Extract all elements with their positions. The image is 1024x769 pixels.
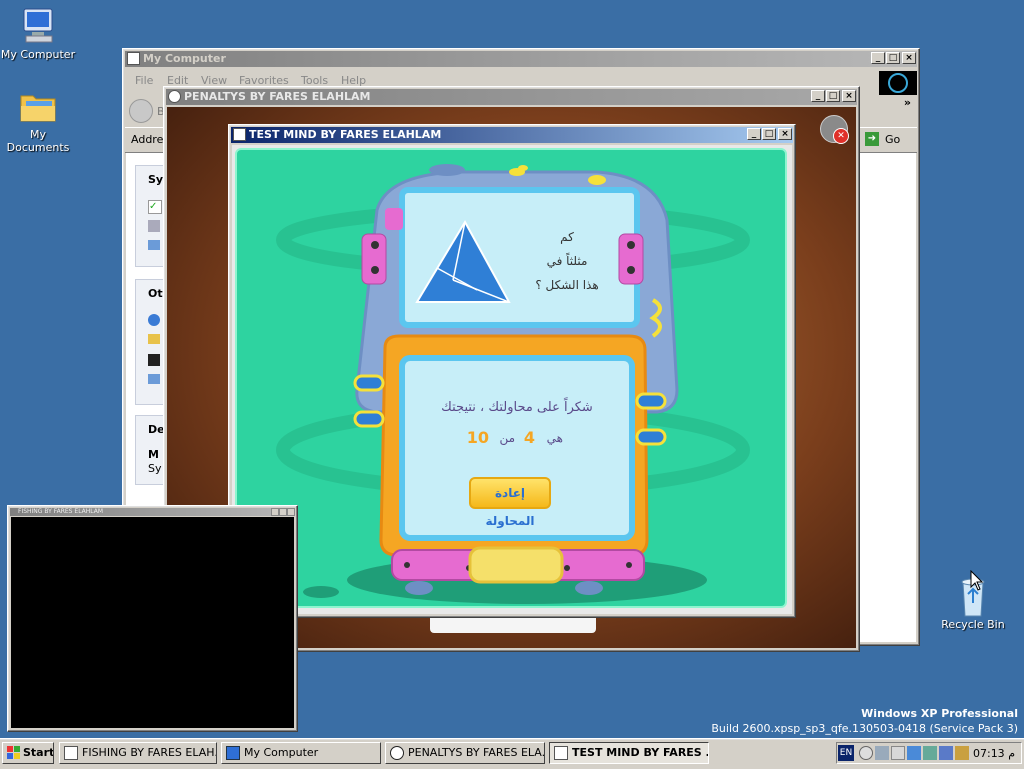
task-folder-icon [148,334,160,344]
minimize-button[interactable]: _ [747,128,761,140]
of-label: من [499,431,515,445]
question-line: مثلثاً في [546,254,588,268]
result-prefix: هي [546,431,563,445]
window-icon [127,52,140,65]
question-line: كم [560,230,574,244]
task-monitor-icon [148,240,160,250]
taskbar-button-penaltys[interactable]: PENALTYS BY FARES ELA... [385,742,545,764]
window-title: My Computer [143,52,226,65]
maximize-button[interactable]: □ [762,128,776,140]
fishing-window[interactable]: FISHING BY FARES ELAHLAM [7,505,298,732]
window-title: TEST MIND BY FARES ELAHLAM [249,128,442,141]
close-button[interactable]: × [842,90,856,102]
go-button[interactable]: ➜ Go [863,130,913,148]
close-button[interactable]: × [778,128,792,140]
question-line: هذا الشكل ؟ [535,278,599,292]
test-mind-window[interactable]: TEST MIND BY FARES ELAHLAM _ □ × كم مثلث… [228,124,796,618]
minimize-button[interactable]: _ [871,52,885,64]
maximize-button[interactable] [279,508,287,516]
go-label: Go [885,133,901,146]
brand-logo [879,71,917,95]
soccer-ball-icon [168,90,181,103]
toolbar-chevron[interactable]: » [904,96,911,109]
my-computer-titlebar[interactable]: My Computer [125,51,917,67]
penaltys-titlebar[interactable]: PENALTYS BY FARES ELAHLAM [166,89,857,105]
total-value: 10 [466,428,489,447]
mouse-cursor-icon [970,570,984,591]
start-label: Start [23,746,54,759]
task-panel-title: Ot [148,287,163,300]
clock[interactable]: 07:13 م [973,747,1015,760]
os-name: Windows XP Professional [861,707,1018,720]
game-board: كم مثلثاً في هذا الشكل ؟ شكراً على محاول… [235,148,787,608]
details-line: M [148,448,159,461]
close-button[interactable]: × [902,52,916,64]
game-stage: كم مثلثاً في هذا الشكل ؟ شكراً على محاول… [232,145,792,614]
taskbar: Start FISHING BY FARES ELAH... My Comput… [0,738,1024,769]
computer-icon [226,746,240,760]
taskbar-button-fishing[interactable]: FISHING BY FARES ELAH... [59,742,217,764]
window-title: FISHING BY FARES ELAHLAM [18,508,104,515]
maximize-button[interactable]: □ [886,52,900,64]
result-line: هي 4 من 10 [457,428,577,450]
fishing-game-canvas[interactable] [11,517,294,728]
system-tray: EN 07:13 م [836,742,1022,764]
start-button[interactable]: Start [2,742,54,764]
window-icon [554,746,568,760]
windows-logo-icon [7,746,21,760]
menu-file[interactable]: File [135,74,153,87]
desktop-icon-label: Recycle Bin [941,618,1005,631]
computer-icon [18,6,58,46]
window-icon [64,746,78,760]
plug-icon[interactable] [875,746,889,760]
window-title: PENALTYS BY FARES ELAHLAM [184,90,371,103]
sound-toggle-icon[interactable]: ✕ [820,115,849,144]
smiley-icon[interactable] [859,746,873,760]
fishing-titlebar[interactable]: FISHING BY FARES ELAHLAM [10,508,295,516]
desktop-icon-my-documents[interactable]: My Documents [0,86,78,154]
task-check-icon: ✓ [148,200,162,214]
tools-icon[interactable] [955,746,969,760]
close-button[interactable] [287,508,295,516]
retry-label: إعادة المحاولة [485,486,535,528]
task-window-icon [148,220,160,232]
back-button[interactable] [129,99,153,123]
thanks-message: شكراً على محاولتك ، نتيجتك [441,400,593,415]
desktop-icon-my-computer[interactable]: My Computer [0,6,78,61]
folder-icon [18,86,58,126]
display-icon[interactable] [923,746,937,760]
os-build: Build 2600.xpsp_sp3_qfe.130503-0418 (Ser… [711,722,1018,735]
network-icon[interactable] [907,746,921,760]
test-mind-titlebar[interactable]: TEST MIND BY FARES ELAHLAM [231,127,793,143]
taskbar-button-test-mind[interactable]: TEST MIND BY FARES ... [549,742,709,764]
desktop-icon-label: My Computer [0,48,76,61]
minimize-button[interactable] [271,508,279,516]
robot-drawing [276,164,750,604]
language-indicator[interactable]: EN [838,745,854,761]
details-line: Sy [148,462,162,475]
shield-icon[interactable] [939,746,953,760]
maximize-button[interactable]: □ [826,90,840,102]
desktop-icon-label: My Documents [6,128,70,154]
task-terminal-icon [148,354,160,366]
task-network-icon [148,314,160,326]
flag-icon[interactable] [891,746,905,760]
taskbar-button-my-computer[interactable]: My Computer [221,742,381,764]
minimize-button[interactable]: _ [811,90,825,102]
go-arrow-icon: ➜ [865,132,879,146]
window-icon [233,128,246,141]
task-panel-icon [148,374,160,384]
retry-button[interactable]: إعادة المحاولة [469,477,551,528]
score-value: 4 [523,428,535,447]
soccer-ball-icon [390,746,404,760]
